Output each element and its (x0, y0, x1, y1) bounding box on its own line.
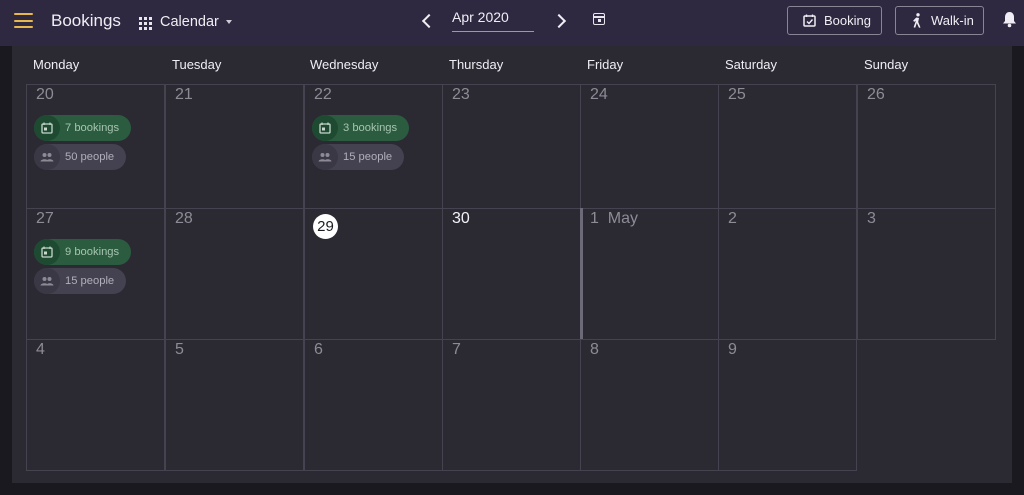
bookings-chip[interactable]: 7 bookings (34, 115, 131, 141)
bookings-chip[interactable]: 9 bookings (34, 239, 131, 265)
calendar-day-cell[interactable]: 22 3 bookings 15 people (304, 84, 443, 209)
calendar-day-cell[interactable]: 3 (857, 208, 996, 340)
people-chip[interactable]: 50 people (34, 144, 126, 170)
weekday-header-thursday: Thursday (449, 57, 504, 72)
day-number: 6 (314, 341, 323, 358)
day-number: 20 (36, 86, 54, 103)
grid-view-icon (139, 16, 152, 30)
day-number: 2 (728, 210, 737, 227)
view-select-label: Calendar (160, 14, 219, 30)
people-icon (312, 144, 338, 170)
booking-button-label: Booking (824, 13, 871, 28)
day-number: 3 (867, 210, 876, 227)
calendar-day-cell[interactable]: 2 (718, 208, 857, 340)
calendar-day-cell[interactable]: 7 (442, 339, 581, 471)
calendar-day-cell[interactable]: 29 (304, 208, 443, 340)
calendar-check-icon (803, 14, 816, 27)
people-count: 50 people (65, 151, 115, 163)
calendar-day-cell[interactable]: 25 (718, 84, 857, 209)
calendar-picker-icon[interactable] (593, 13, 605, 25)
month-input[interactable]: Apr 2020 (452, 9, 534, 32)
app-title: Bookings (51, 11, 121, 30)
day-number: 24 (590, 86, 608, 103)
calendar-day-cell[interactable]: 1 May (580, 208, 719, 340)
people-count: 15 people (65, 275, 115, 287)
previous-month-chevron-icon[interactable] (421, 13, 437, 29)
current-time-divider (580, 208, 583, 339)
calendar-day-cell[interactable]: 5 (165, 339, 304, 471)
calendar-day-cell[interactable]: 21 (165, 84, 304, 209)
day-number: 8 (590, 341, 599, 358)
weekday-header-tuesday: Tuesday (172, 57, 222, 72)
day-number: 21 (175, 86, 193, 103)
day-number: 7 (452, 341, 461, 358)
next-month-chevron-icon[interactable] (551, 13, 567, 29)
dropdown-caret-icon (225, 20, 232, 24)
people-chip[interactable]: 15 people (34, 268, 126, 294)
weekday-header-wednesday: Wednesday (310, 57, 379, 72)
notifications-bell-icon[interactable] (1002, 11, 1017, 28)
walk-in-button[interactable]: Walk-in (895, 6, 984, 35)
people-count: 15 people (343, 151, 393, 163)
weekday-header-sunday: Sunday (864, 57, 909, 72)
day-number: 1 May (590, 210, 639, 227)
calendar-day-cell[interactable]: 30 (442, 208, 581, 340)
calendar-day-cell[interactable]: 8 (580, 339, 719, 471)
day-number: 27 (36, 210, 54, 227)
people-icon (34, 268, 60, 294)
people-icon (34, 144, 60, 170)
weekday-header-monday: Monday (33, 57, 80, 72)
day-number: 4 (36, 341, 45, 358)
day-number: 25 (728, 86, 746, 103)
new-booking-button[interactable]: Booking (787, 6, 882, 35)
day-number: 23 (452, 86, 470, 103)
bookings-chip[interactable]: 3 bookings (312, 115, 409, 141)
calendar-day-cell[interactable]: 24 (580, 84, 719, 209)
bookings-count: 3 bookings (343, 122, 398, 134)
calendar-icon (312, 115, 338, 141)
weekday-header-saturday: Saturday (725, 57, 778, 72)
view-select[interactable]: Calendar (139, 12, 232, 32)
day-number: 9 (728, 341, 737, 358)
calendar-day-cell[interactable]: 6 (304, 339, 443, 471)
day-number: 26 (867, 86, 885, 103)
calendar-day-cell[interactable]: 28 (165, 208, 304, 340)
calendar-day-cell[interactable]: 20 7 bookings 50 people (26, 84, 165, 209)
day-number: 5 (175, 341, 184, 358)
day-number: 28 (175, 210, 193, 227)
bookings-count: 9 bookings (65, 246, 120, 258)
people-chip[interactable]: 15 people (312, 144, 404, 170)
top-app-bar: Bookings Calendar Apr 2020 Booking Walk-… (0, 0, 1024, 46)
calendar-day-cell[interactable]: 27 9 bookings 15 people (26, 208, 165, 340)
day-number: 22 (314, 86, 332, 103)
calendar-day-cell[interactable]: 26 (857, 84, 996, 209)
calendar-day-cell[interactable]: 9 (718, 339, 857, 471)
today-badge: 29 (313, 214, 338, 239)
walking-person-icon (913, 13, 921, 28)
day-number: 30 (452, 210, 470, 227)
walk-in-button-label: Walk-in (931, 13, 974, 28)
bookings-count: 7 bookings (65, 122, 120, 134)
weekday-header-friday: Friday (587, 57, 624, 72)
calendar-day-cell[interactable]: 4 (26, 339, 165, 471)
calendar-icon (34, 115, 60, 141)
hamburger-menu-icon[interactable] (14, 13, 33, 29)
calendar-icon (34, 239, 60, 265)
calendar-day-cell[interactable]: 23 (442, 84, 581, 209)
